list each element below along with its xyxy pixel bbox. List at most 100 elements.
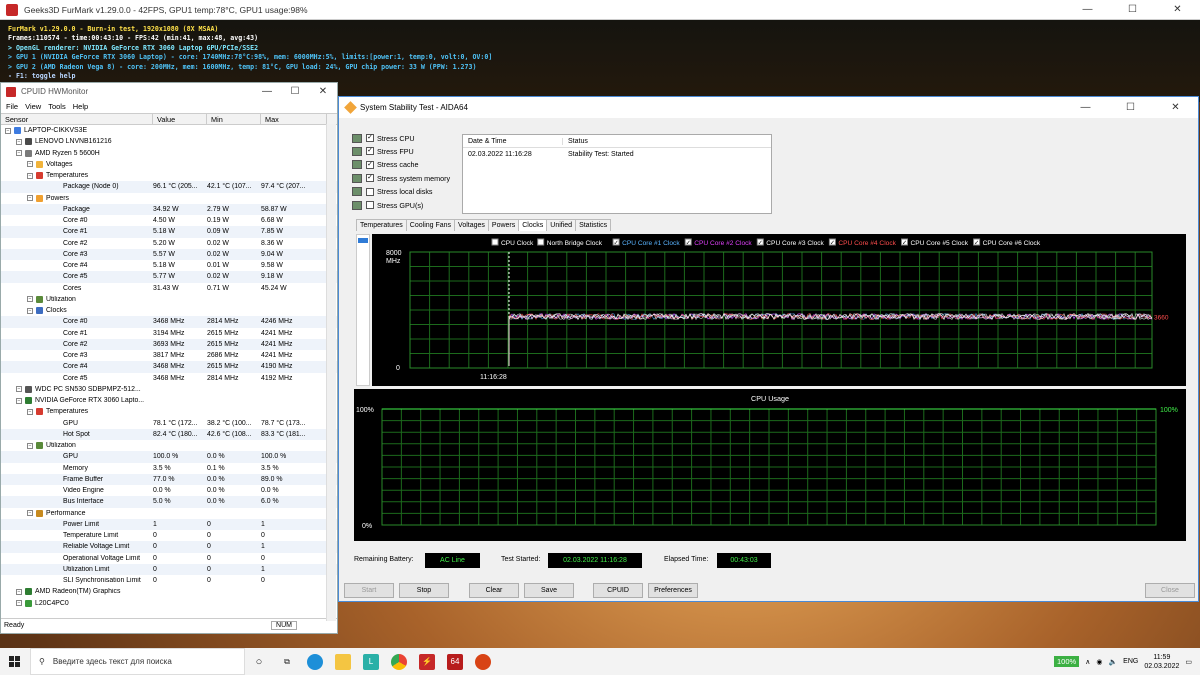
legend-checkbox[interactable]: [537, 238, 545, 246]
start-button[interactable]: [0, 655, 30, 668]
aida64-taskbar-icon[interactable]: 64: [447, 653, 463, 670]
task-view-icon[interactable]: ⧉: [279, 654, 295, 670]
sensor-row[interactable]: Core #2 3693 MHz 2615 MHz 4241 MHz: [1, 338, 337, 350]
stress-checkbox[interactable]: ✓: [366, 134, 374, 142]
sensor-group-row[interactable]: − AMD Radeon(TM) Graphics: [1, 586, 337, 597]
column-min[interactable]: Min: [207, 114, 261, 124]
notifications-icon[interactable]: ▭: [1185, 658, 1192, 666]
taskbar-search-input[interactable]: ⚲ Введите здесь текст для поиска: [30, 648, 245, 675]
close-button[interactable]: ✕: [309, 83, 337, 100]
sensor-group-row[interactable]: − LENOVO LNVNB161216: [1, 136, 337, 147]
clock[interactable]: 11:59 02.03.2022: [1144, 653, 1179, 671]
hwmonitor-taskbar-icon[interactable]: ⚡: [419, 653, 435, 670]
expand-toggle[interactable]: −: [27, 307, 33, 314]
edge-icon[interactable]: [307, 653, 323, 670]
sensor-group-row[interactable]: − WDC PC SN530 SDBPMPZ-512...: [1, 384, 337, 395]
menu-file[interactable]: File: [6, 102, 18, 111]
sensor-group-row[interactable]: − Powers: [1, 193, 337, 204]
start-button[interactable]: Start: [344, 583, 394, 598]
stress-option[interactable]: ✓ Stress FPU: [352, 145, 414, 157]
sensor-row[interactable]: GPU 100.0 % 0.0 % 100.0 %: [1, 451, 337, 463]
expand-toggle[interactable]: −: [16, 600, 22, 607]
sensor-group-row[interactable]: − Voltages: [1, 159, 337, 170]
save-button[interactable]: Save: [524, 583, 574, 598]
status-header[interactable]: Status: [563, 138, 588, 145]
sensor-row[interactable]: Core #1 3194 MHz 2615 MHz 4241 MHz: [1, 328, 337, 339]
expand-toggle[interactable]: −: [16, 397, 22, 404]
sensor-row[interactable]: Frame Buffer 77.0 % 0.0 % 89.0 %: [1, 473, 337, 485]
stress-checkbox[interactable]: [366, 187, 374, 196]
sensor-row[interactable]: Core #0 3468 MHz 2814 MHz 4246 MHz: [1, 316, 337, 328]
stress-checkbox[interactable]: [366, 201, 374, 209]
preferences-button[interactable]: Preferences: [648, 583, 698, 598]
stress-option[interactable]: Stress GPU(s): [352, 199, 423, 211]
minimize-button[interactable]: —: [1063, 97, 1108, 118]
graph-scrollbar[interactable]: [356, 234, 370, 386]
battery-percent[interactable]: 100%: [1054, 656, 1080, 667]
stress-checkbox[interactable]: ✓: [366, 160, 374, 169]
column-max[interactable]: Max: [261, 114, 327, 124]
stress-option[interactable]: ✓ Stress system memory: [352, 172, 450, 184]
close-button[interactable]: ✕: [1153, 97, 1198, 118]
menu-tools[interactable]: Tools: [48, 102, 66, 111]
tab-cooling-fans[interactable]: Cooling Fans: [405, 219, 456, 231]
expand-toggle[interactable]: −: [27, 195, 33, 202]
sensor-group-row[interactable]: − Utilization: [1, 294, 337, 305]
sensor-row[interactable]: Cores 31.43 W 0.71 W 45.24 W: [1, 283, 337, 294]
sensor-group-row[interactable]: − NVIDIA GeForce RTX 3060 Lapto...: [1, 395, 337, 406]
expand-toggle[interactable]: −: [27, 442, 33, 449]
sensor-row[interactable]: Memory 3.5 % 0.1 % 3.5 %: [1, 463, 337, 474]
sensor-group-row[interactable]: − Utilization: [1, 440, 337, 451]
stop-button[interactable]: Stop: [399, 583, 449, 598]
sensor-group-row[interactable]: − Performance: [1, 508, 337, 519]
sensor-group-row[interactable]: − L20C4PC0: [1, 598, 337, 609]
tab-unified[interactable]: Unified: [546, 219, 577, 231]
stress-option[interactable]: Stress local disks: [352, 186, 433, 198]
lenovo-vantage-icon[interactable]: L: [363, 653, 379, 670]
cpuid-button[interactable]: CPUID: [593, 583, 643, 598]
sensor-row[interactable]: Hot Spot 82.4 °C (180... 42.6 °C (108... 83…: [1, 428, 337, 440]
expand-toggle[interactable]: −: [27, 510, 33, 517]
sensor-row[interactable]: Utilization Limit 0 0 1: [1, 563, 337, 575]
sensor-group-row[interactable]: − Clocks: [1, 305, 337, 316]
expand-toggle[interactable]: −: [16, 138, 22, 145]
sensor-row[interactable]: Core #3 3817 MHz 2686 MHz 4241 MHz: [1, 350, 337, 361]
sensor-row[interactable]: GPU 78.1 °C (172... 38.2 °C (100... 78.7 °C…: [1, 418, 337, 429]
chrome-icon[interactable]: [391, 653, 407, 670]
sensor-row[interactable]: Core #4 5.18 W 0.01 W 9.58 W: [1, 260, 337, 271]
volume-icon[interactable]: 🔈: [1108, 658, 1117, 666]
expand-toggle[interactable]: −: [27, 161, 33, 168]
tab-voltages[interactable]: Voltages: [454, 219, 489, 231]
sensor-row[interactable]: Reliable Voltage Limit 0 0 1: [1, 541, 337, 553]
sensor-row[interactable]: Package (Node 0) 96.1 °C (205... 42.1 °C (…: [1, 181, 337, 193]
expand-toggle[interactable]: −: [27, 296, 33, 303]
sensor-row[interactable]: Core #3 5.57 W 0.02 W 9.04 W: [1, 248, 337, 260]
legend-checkbox[interactable]: [491, 238, 499, 246]
furmark-taskbar-icon[interactable]: [475, 653, 491, 670]
sensor-row[interactable]: Package 34.92 W 2.79 W 58.87 W: [1, 203, 337, 215]
chevron-up-icon[interactable]: ∧: [1085, 658, 1090, 666]
maximize-button[interactable]: ☐: [281, 83, 309, 100]
file-explorer-icon[interactable]: [335, 653, 351, 670]
sensor-row[interactable]: Core #5 5.77 W 0.02 W 9.18 W: [1, 271, 337, 283]
sensor-scrollbar[interactable]: [326, 124, 336, 621]
expand-toggle[interactable]: −: [27, 408, 33, 415]
tab-temperatures[interactable]: Temperatures: [356, 219, 407, 231]
menu-view[interactable]: View: [25, 102, 41, 111]
sensor-row[interactable]: Operational Voltage Limit 0 0 0: [1, 553, 337, 564]
expand-toggle[interactable]: −: [27, 172, 33, 179]
expand-toggle[interactable]: −: [16, 588, 22, 595]
sensor-row[interactable]: Temperature Limit 0 0 0: [1, 530, 337, 541]
sensor-row[interactable]: Video Engine 0.0 % 0.0 % 0.0 %: [1, 485, 337, 496]
column-value[interactable]: Value: [153, 114, 207, 124]
close-dialog-button[interactable]: Close: [1145, 583, 1195, 598]
expand-toggle[interactable]: −: [16, 150, 22, 157]
expand-toggle[interactable]: −: [5, 127, 11, 134]
sensor-row[interactable]: SLI Synchronisation Limit 0 0 0: [1, 575, 337, 586]
expand-toggle[interactable]: −: [16, 386, 22, 393]
tab-powers[interactable]: Powers: [487, 219, 520, 231]
stress-checkbox[interactable]: ✓: [366, 174, 374, 183]
maximize-button[interactable]: ☐: [1108, 97, 1153, 118]
sensor-row[interactable]: Core #2 5.20 W 0.02 W 8.36 W: [1, 238, 337, 249]
sensor-row[interactable]: Core #5 3468 MHz 2814 MHz 4192 MHz: [1, 373, 337, 384]
